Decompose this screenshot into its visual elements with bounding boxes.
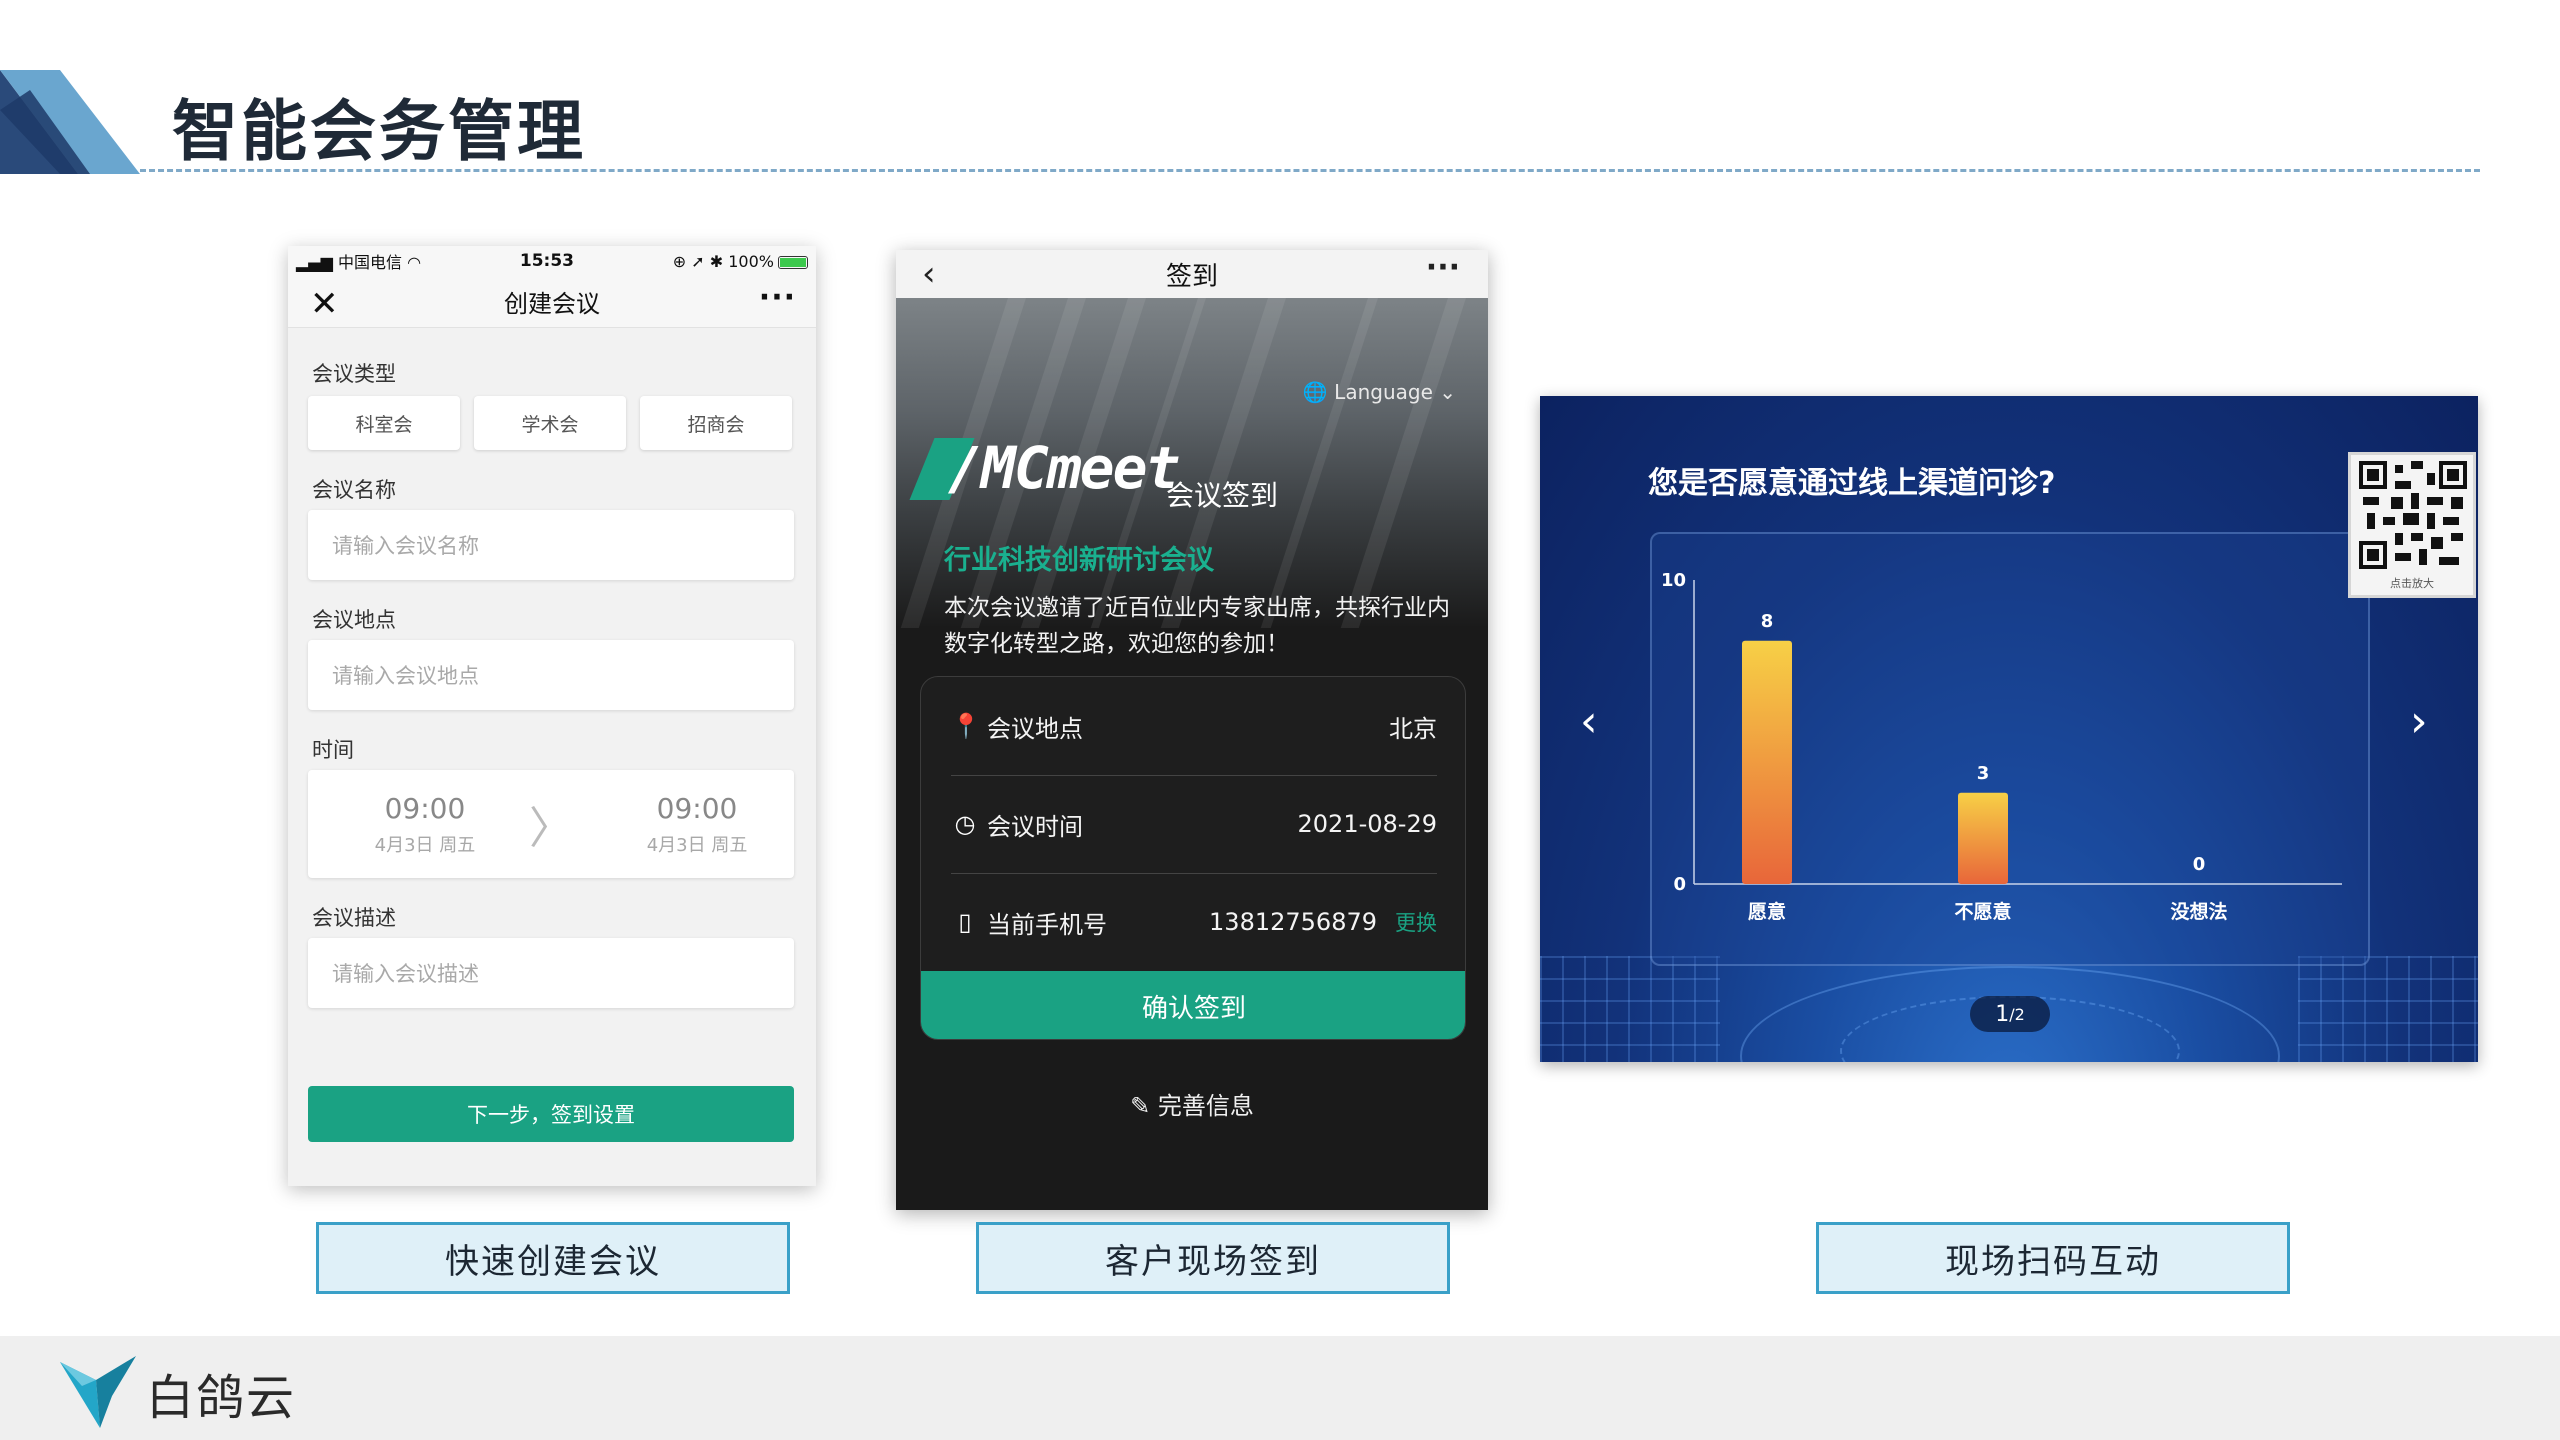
qr-caption: 点击放大 <box>2390 577 2434 590</box>
page-title: 智能会务管理 <box>172 93 586 170</box>
qr-code[interactable]: 点击放大 <box>2348 452 2476 598</box>
conference-description: 本次会议邀请了近百位业内专家出席，共探行业内数字化转型之路，欢迎您的参加！ <box>944 595 1450 657</box>
clock-icon: ◷ <box>954 810 976 838</box>
checkin-banner: 🌐 Language ⌄ /MCmeet 会议签到 <box>896 298 1488 628</box>
phone-value: 13812756879 <box>1209 908 1377 936</box>
more-icon[interactable]: ··· <box>1426 250 1460 285</box>
wifi-icon: ◠ <box>407 253 422 272</box>
more-icon[interactable]: ··· <box>759 280 796 315</box>
bar-1 <box>1958 792 2008 884</box>
status-bar: ▂▄▆ 中国电信 ◠ 15:53 ⊕ ➚ ✱ 100% <box>288 246 816 276</box>
qr-code-icon <box>2359 461 2467 569</box>
carrier-label: ▂▄▆ 中国电信 ◠ <box>296 253 422 272</box>
battery-status: ⊕ ➚ ✱ 100% <box>673 252 808 271</box>
header-triangle-logo <box>0 70 140 174</box>
meeting-name-input[interactable]: 请输入会议名称 <box>308 510 794 580</box>
poll-bar-chart: 0 10 8 愿意 3 不愿意 0 没想法 <box>1661 570 2342 923</box>
poll-question: 您是否愿意通过线上渠道问诊? <box>1648 466 2056 501</box>
checkin-info-card: 📍 会议地点 北京 ◷ 会议时间 2021-08-29 ▯ 当前手机号 1381275… <box>920 676 1466 1040</box>
back-icon[interactable]: ‹ <box>922 254 936 294</box>
signal-icon: ▂▄▆ <box>296 253 338 272</box>
page-total: /2 <box>2009 1004 2025 1024</box>
meeting-location-placeholder: 请输入会议地点 <box>332 664 479 688</box>
caption-scan-interaction: 现场扫码互动 <box>1816 1222 2290 1294</box>
label-meeting-desc: 会议描述 <box>312 906 396 930</box>
location-icon: ⊕ ➚ ✱ <box>672 251 729 271</box>
data-label: 0 <box>2193 854 2206 875</box>
next-step-button[interactable]: 下一步，签到设置 <box>308 1086 794 1142</box>
page-current: 1 <box>1995 1001 2010 1027</box>
checkin-phone: ‹ 签到 ··· 🌐 Language ⌄ /MCmeet 会议签到 行业科技创… <box>896 250 1488 1210</box>
meeting-desc-placeholder: 请输入会议描述 <box>332 962 479 986</box>
poll-chart-panel: 0 10 8 愿意 3 不愿意 0 没想法 <box>1650 532 2370 966</box>
phone-row: ▯ 当前手机号 13812756879 更换 <box>951 873 1437 971</box>
x-tick-label: 不愿意 <box>1954 900 2011 923</box>
start-date-value: 4月3日 周五 <box>374 834 476 856</box>
chevron-right-icon: 〉 <box>528 803 573 854</box>
location-pin-icon: 📍 <box>951 712 981 740</box>
label-meeting-type: 会议类型 <box>312 362 396 386</box>
pigeon-logo-icon <box>60 1356 136 1428</box>
next-arrow-icon[interactable]: › <box>2410 696 2428 747</box>
start-time-value: 09:00 <box>384 791 466 825</box>
decorative-grid <box>2298 956 2478 1062</box>
create-meeting-phone: ▂▄▆ 中国电信 ◠ 15:53 ⊕ ➚ ✱ 100% ✕ 创建会议 ··· 会… <box>288 246 816 1186</box>
time-row: ◷ 会议时间 2021-08-29 <box>951 775 1437 873</box>
label-meeting-name: 会议名称 <box>312 478 396 502</box>
end-date-value: 4月3日 周五 <box>646 834 748 856</box>
bar-0 <box>1742 640 1792 884</box>
cmeet-logo-subtitle: 会议签到 <box>1166 479 1279 512</box>
time-value: 2021-08-29 <box>1297 810 1437 838</box>
conference-title: 行业科技创新研讨会议 <box>944 545 1214 576</box>
nav-title: 创建会议 <box>504 290 600 318</box>
data-label: 3 <box>1977 763 1990 784</box>
end-time-value: 09:00 <box>656 791 738 825</box>
mobile-phone-icon: ▯ <box>958 908 972 936</box>
start-time[interactable]: 09:00 4月3日 周五 <box>328 792 522 857</box>
y-tick-label: 0 <box>1673 874 1686 895</box>
type-button-department[interactable]: 科室会 <box>308 396 460 450</box>
change-phone-link[interactable]: 更换 <box>1395 911 1437 935</box>
page-indicator: 1/2 <box>1970 996 2050 1032</box>
checkin-nav-title: 签到 <box>1165 261 1218 292</box>
nav-bar: ✕ 创建会议 ··· <box>288 276 816 328</box>
caption-customer-checkin: 客户现场签到 <box>976 1222 1450 1294</box>
data-label: 8 <box>1761 611 1774 632</box>
chevron-down-icon: ⌄ <box>1439 380 1456 404</box>
brand-name: 白鸽云 <box>146 1370 297 1426</box>
location-row: 📍 会议地点 北京 <box>951 677 1437 775</box>
complete-info-link[interactable]: ✎ 完善信息 <box>896 1086 1488 1121</box>
battery-icon <box>778 255 808 269</box>
caption-create-meeting: 快速创建会议 <box>316 1222 790 1294</box>
cmeet-logo-text: /MCmeet <box>948 434 1180 502</box>
confirm-checkin-button[interactable]: 确认签到 <box>921 971 1465 1039</box>
checkin-nav-bar: ‹ 签到 ··· <box>896 250 1488 298</box>
meeting-location-input[interactable]: 请输入会议地点 <box>308 640 794 710</box>
status-time: 15:53 <box>519 251 574 271</box>
language-selector[interactable]: 🌐 Language ⌄ <box>1303 380 1456 404</box>
end-time[interactable]: 09:00 4月3日 周五 <box>600 792 794 857</box>
footer: 白鸽云 <box>0 1336 2560 1440</box>
x-tick-label: 愿意 <box>1748 900 1786 923</box>
label-time: 时间 <box>312 738 354 762</box>
close-icon[interactable]: ✕ <box>310 284 339 324</box>
label-meeting-location: 会议地点 <box>312 608 396 632</box>
decorative-grid <box>1540 956 1720 1062</box>
globe-icon: 🌐 <box>1302 380 1328 404</box>
location-value: 北京 <box>1389 714 1437 743</box>
previous-arrow-icon[interactable]: ‹ <box>1580 696 1598 747</box>
header-dashed-divider <box>140 169 2480 172</box>
y-tick-label: 10 <box>1661 570 1686 591</box>
pencil-icon: ✎ <box>1130 1092 1151 1120</box>
time-range-picker[interactable]: 09:00 4月3日 周五 〉 09:00 4月3日 周五 <box>308 770 794 878</box>
type-button-investment[interactable]: 招商会 <box>640 396 792 450</box>
meeting-name-placeholder: 请输入会议名称 <box>332 534 479 558</box>
meeting-desc-input[interactable]: 请输入会议描述 <box>308 938 794 1008</box>
x-tick-label: 没想法 <box>2170 900 2227 923</box>
type-button-academic[interactable]: 学术会 <box>474 396 626 450</box>
interaction-screen: 您是否愿意通过线上渠道问诊? 0 10 8 愿意 3 不愿意 0 没想法 ‹ › 点击放大 1… <box>1540 396 2478 1062</box>
